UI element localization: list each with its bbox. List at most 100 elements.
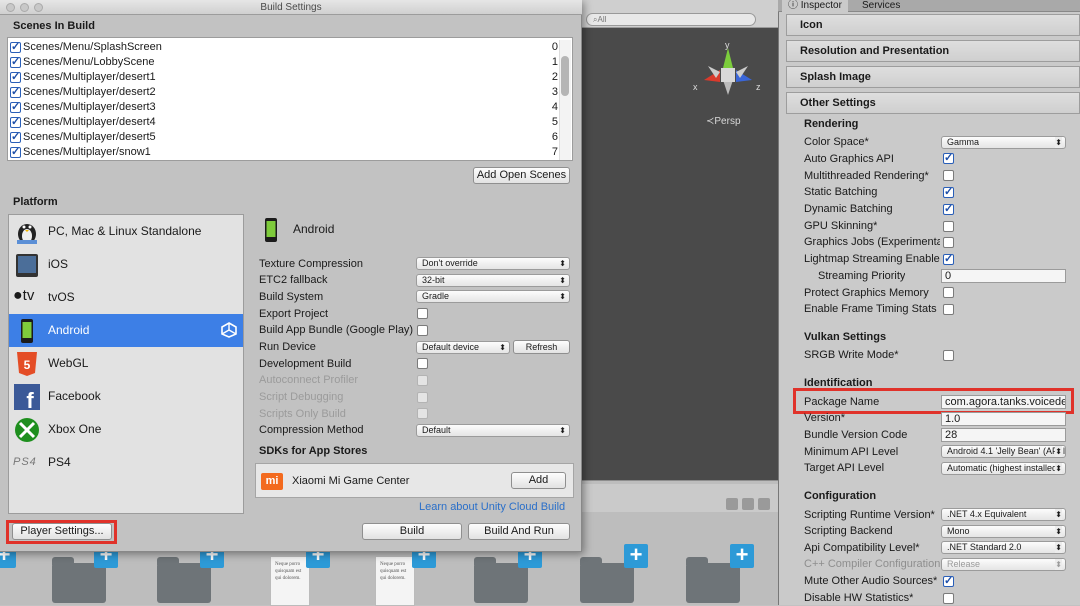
section-icon[interactable]: Icon <box>786 14 1080 36</box>
section-splash-image[interactable]: Splash Image <box>786 66 1080 88</box>
text-asset-icon[interactable]: Neque porro quisquam est qui dolorem. <box>375 556 415 606</box>
version-field[interactable]: 1.0 <box>941 412 1066 426</box>
scripting-runtime-dropdown[interactable]: .NET 4.x Equivalent <box>941 508 1066 521</box>
gizmo-y-arrow <box>723 48 733 68</box>
platform-item-ps4[interactable]: PS4 PS4 <box>9 446 243 479</box>
filter-type-icon[interactable] <box>726 498 738 510</box>
platform-item-android[interactable]: Android <box>9 314 243 347</box>
folder-icon[interactable] <box>474 557 528 603</box>
scene-index: 0 <box>551 41 558 53</box>
scene-checkbox[interactable] <box>10 55 21 70</box>
section-resolution[interactable]: Resolution and Presentation <box>786 40 1080 62</box>
development-build-checkbox[interactable] <box>417 358 428 369</box>
build-system-dropdown[interactable]: Gradle <box>416 290 570 303</box>
scene-checkbox[interactable] <box>10 40 21 55</box>
cpp-compiler-dropdown: Release <box>941 558 1066 571</box>
folder-icon[interactable] <box>580 557 634 603</box>
zoom-window-icon[interactable] <box>34 3 43 12</box>
scene-toolbar: ⌕All <box>582 0 778 28</box>
export-project-checkbox[interactable] <box>417 308 428 319</box>
build-button[interactable]: Build <box>362 523 462 540</box>
build-and-run-button[interactable]: Build And Run <box>468 523 570 540</box>
scene-row[interactable]: Scenes/Multiplayer/desert5 6 <box>10 130 558 145</box>
filter-label-icon[interactable] <box>742 498 754 510</box>
scripting-backend-dropdown[interactable]: Mono <box>941 525 1066 538</box>
scene-row[interactable]: Scenes/Menu/SplashScreen 0 <box>10 40 558 55</box>
texture-compression-dropdown[interactable]: Don't override <box>416 257 570 270</box>
platform-header: Platform <box>13 196 58 208</box>
scene-index: 2 <box>551 71 558 83</box>
multithreaded-rendering-checkbox[interactable] <box>943 170 954 181</box>
scene-checkbox[interactable] <box>10 115 21 130</box>
scene-list[interactable]: Scenes/Menu/SplashScreen 0 Scenes/Menu/Lo… <box>7 37 573 161</box>
compression-method-dropdown[interactable]: Default <box>416 424 570 437</box>
disable-hw-statistics-checkbox[interactable] <box>943 593 954 604</box>
persp-label[interactable]: ≺Persp <box>706 116 741 127</box>
platform-label: PC, Mac & Linux Standalone <box>48 224 202 238</box>
text-asset-icon[interactable]: Neque porro quisquam est qui dolorem. <box>270 556 310 606</box>
scene-name: Scenes/Multiplayer/desert4 <box>23 116 156 128</box>
xbox-icon <box>15 418 39 442</box>
section-other-settings[interactable]: Other Settings <box>786 92 1080 114</box>
platform-item-ios[interactable]: iOS <box>9 248 243 281</box>
srgb-write-mode-label: SRGB Write Mode* <box>804 349 899 361</box>
unity-cloud-build-link[interactable]: Learn about Unity Cloud Build <box>419 501 565 513</box>
build-app-bundle-checkbox[interactable] <box>417 325 428 336</box>
window-titlebar[interactable]: Build Settings <box>0 0 582 15</box>
minimize-window-icon[interactable] <box>20 3 29 12</box>
scene-row[interactable]: Scenes/Multiplayer/desert2 3 <box>10 85 558 100</box>
api-compatibility-dropdown[interactable]: .NET Standard 2.0 <box>941 541 1066 554</box>
persp-text: Persp <box>714 116 741 127</box>
scrollbar-thumb[interactable] <box>561 56 569 96</box>
scene-row[interactable]: Scenes/Multiplayer/desert4 5 <box>10 115 558 130</box>
scene-checkbox[interactable] <box>10 145 21 160</box>
refresh-button[interactable]: Refresh <box>513 340 570 354</box>
platform-item-standalone[interactable]: PC, Mac & Linux Standalone <box>9 215 243 248</box>
add-open-scenes-button[interactable]: Add Open Scenes <box>473 167 570 184</box>
bundle-version-code-field[interactable]: 28 <box>941 428 1066 442</box>
gpu-skinning-checkbox[interactable] <box>943 221 954 232</box>
close-window-icon[interactable] <box>6 3 15 12</box>
tab-inspector[interactable]: ⓘ Inspector <box>782 0 848 13</box>
scene-row[interactable]: Scenes/Multiplayer/snow1 7 <box>10 145 558 160</box>
srgb-write-mode-checkbox[interactable] <box>943 350 954 361</box>
tab-services[interactable]: Services <box>856 0 906 12</box>
color-space-dropdown[interactable]: Gamma <box>941 136 1066 149</box>
platform-item-webgl[interactable]: 5 WebGL <box>9 347 243 380</box>
favorite-star-icon[interactable] <box>758 498 770 510</box>
scene-checkbox[interactable] <box>10 100 21 115</box>
scene-checkbox[interactable] <box>10 70 21 85</box>
folder-icon[interactable] <box>52 557 106 603</box>
folder-icon[interactable] <box>157 557 211 603</box>
folder-icon[interactable] <box>686 557 740 603</box>
scene-checkbox[interactable] <box>10 130 21 145</box>
scene-name: Scenes/Multiplayer/snow1 <box>23 146 151 158</box>
scene-row[interactable]: Scenes/Multiplayer/desert1 2 <box>10 70 558 85</box>
platform-item-tvos[interactable]: ●tv tvOS <box>9 281 243 314</box>
lightmap-streaming-checkbox[interactable] <box>943 252 954 265</box>
auto-graphics-api-checkbox[interactable] <box>943 151 954 164</box>
version-label: Version* <box>804 412 845 424</box>
target-api-level-dropdown[interactable]: Automatic (highest installed) <box>941 462 1066 475</box>
window-title: Build Settings <box>260 2 322 13</box>
platform-item-facebook[interactable]: f Facebook <box>9 380 243 413</box>
mute-other-audio-checkbox[interactable] <box>943 574 954 587</box>
platform-item-xbox[interactable]: Xbox One <box>9 413 243 446</box>
scene-checkbox[interactable] <box>10 85 21 100</box>
scene-row[interactable]: Scenes/Multiplayer/desert3 4 <box>10 100 558 115</box>
scene-gizmo[interactable]: y x z <box>690 40 770 110</box>
sdk-add-button[interactable]: Add <box>511 472 566 489</box>
etc2-fallback-dropdown[interactable]: 32-bit <box>416 274 570 287</box>
texture-compression-label: Texture Compression <box>259 258 363 270</box>
frame-timing-stats-checkbox[interactable] <box>943 304 954 315</box>
graphics-jobs-checkbox[interactable] <box>943 237 954 248</box>
sdks-header: SDKs for App Stores <box>259 445 368 457</box>
dynamic-batching-checkbox[interactable] <box>943 202 954 215</box>
protect-graphics-memory-checkbox[interactable] <box>943 287 954 298</box>
run-device-dropdown[interactable]: Default device <box>416 341 510 354</box>
scene-row[interactable]: Scenes/Menu/LobbyScene 1 <box>10 55 558 70</box>
scene-search-input[interactable]: ⌕All <box>586 13 756 26</box>
minimum-api-level-dropdown[interactable]: Android 4.1 'Jelly Bean' (API level 16) <box>941 445 1066 458</box>
streaming-priority-field[interactable]: 0 <box>941 269 1066 283</box>
static-batching-checkbox[interactable] <box>943 185 954 198</box>
